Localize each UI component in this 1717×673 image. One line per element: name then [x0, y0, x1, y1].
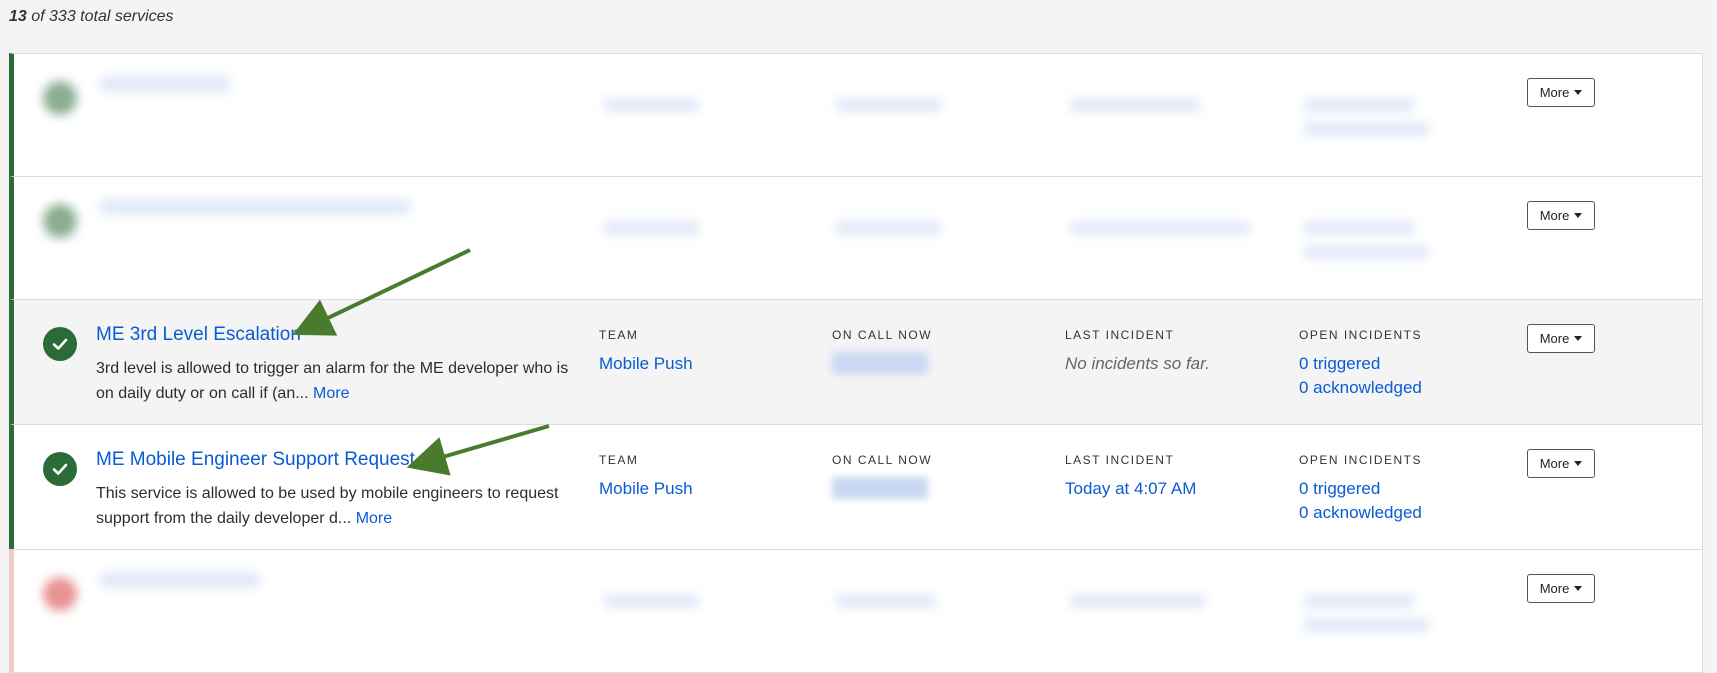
more-button[interactable]: More — [1527, 201, 1595, 230]
team-column: TEAM Mobile Push — [599, 328, 693, 376]
last-incident-value: No incidents so far. — [1065, 354, 1210, 373]
service-row-blurred-1: More — [9, 53, 1703, 177]
more-button[interactable]: More — [1527, 574, 1595, 603]
team-label: TEAM — [599, 328, 639, 342]
more-button[interactable]: More — [1527, 78, 1595, 107]
blurred-on-call — [836, 594, 936, 608]
caret-down-icon — [1574, 586, 1583, 591]
caret-down-icon — [1574, 461, 1583, 466]
blurred-team — [604, 221, 699, 235]
blurred-open-incidents-2 — [1304, 245, 1429, 259]
open-incidents-column: OPEN INCIDENTS 0 triggered 0 acknowledge… — [1299, 453, 1422, 525]
services-summary: 13 of 333 total services — [9, 8, 174, 25]
service-row-me-3rd-level-escalation: ME 3rd Level Escalation 3rd level is all… — [9, 299, 1703, 425]
blurred-team — [604, 594, 699, 608]
service-row-blurred-3: More — [9, 549, 1703, 673]
on-call-column: ON CALL NOW — [832, 328, 932, 379]
open-incidents-label: OPEN INCIDENTS — [1299, 453, 1423, 467]
team-column: TEAM Mobile Push — [599, 453, 693, 501]
service-description: 3rd level is allowed to trigger an alarm… — [96, 360, 569, 402]
blurred-open-incidents-2 — [1304, 122, 1429, 136]
team-link[interactable]: Mobile Push — [599, 352, 693, 376]
description-more-link[interactable]: More — [313, 385, 349, 402]
on-call-label: ON CALL NOW — [832, 453, 933, 467]
open-incidents-column: OPEN INCIDENTS 0 triggered 0 acknowledge… — [1299, 328, 1422, 400]
blurred-title — [100, 76, 230, 92]
on-call-column: ON CALL NOW — [832, 453, 932, 504]
service-row-me-mobile-engineer-support-request: ME Mobile Engineer Support Request This … — [9, 424, 1703, 550]
last-incident-column: LAST INCIDENT Today at 4:07 AM — [1065, 453, 1196, 501]
caret-down-icon — [1574, 336, 1583, 341]
blurred-on-call — [836, 221, 941, 235]
blurred-last-incident — [1070, 221, 1250, 235]
more-button[interactable]: More — [1527, 324, 1595, 353]
status-ok-icon — [43, 452, 77, 486]
blurred-last-incident — [1070, 594, 1205, 608]
caret-down-icon — [1574, 213, 1583, 218]
triggered-link[interactable]: 0 triggered — [1299, 352, 1422, 376]
service-description: This service is allowed to be used by mo… — [96, 485, 559, 527]
blurred-title — [100, 199, 410, 215]
status-ok-icon — [43, 204, 77, 238]
acknowledged-link[interactable]: 0 acknowledged — [1299, 376, 1422, 400]
last-incident-label: LAST INCIDENT — [1065, 453, 1175, 467]
last-incident-label: LAST INCIDENT — [1065, 328, 1175, 342]
caret-down-icon — [1574, 90, 1583, 95]
service-title-link[interactable]: ME 3rd Level Escalation — [96, 324, 301, 346]
blurred-open-incidents-2 — [1304, 618, 1429, 632]
blurred-open-incidents — [1304, 98, 1414, 112]
team-link[interactable]: Mobile Push — [599, 477, 693, 501]
last-incident-column: LAST INCIDENT No incidents so far. — [1065, 328, 1210, 376]
more-button[interactable]: More — [1527, 449, 1595, 478]
last-incident-link[interactable]: Today at 4:07 AM — [1065, 477, 1196, 501]
description-more-link[interactable]: More — [356, 510, 392, 527]
blurred-open-incidents — [1304, 594, 1414, 608]
team-label: TEAM — [599, 453, 639, 467]
status-critical-icon — [43, 577, 77, 611]
triggered-link[interactable]: 0 triggered — [1299, 477, 1422, 501]
status-ok-icon — [43, 81, 77, 115]
service-title-link[interactable]: ME Mobile Engineer Support Request — [96, 449, 415, 471]
service-row-blurred-2: More — [9, 176, 1703, 300]
service-list: More More ME 3rd Level Escalation 3rd le… — [9, 53, 1703, 673]
on-call-user-redacted — [832, 477, 928, 499]
on-call-user-redacted — [832, 352, 928, 374]
on-call-label: ON CALL NOW — [832, 328, 933, 342]
acknowledged-link[interactable]: 0 acknowledged — [1299, 501, 1422, 525]
open-incidents-label: OPEN INCIDENTS — [1299, 328, 1423, 342]
blurred-title — [100, 572, 260, 588]
blurred-on-call — [836, 98, 941, 112]
blurred-team — [604, 98, 699, 112]
blurred-last-incident — [1070, 98, 1200, 112]
blurred-open-incidents — [1304, 221, 1414, 235]
status-ok-icon — [43, 327, 77, 361]
